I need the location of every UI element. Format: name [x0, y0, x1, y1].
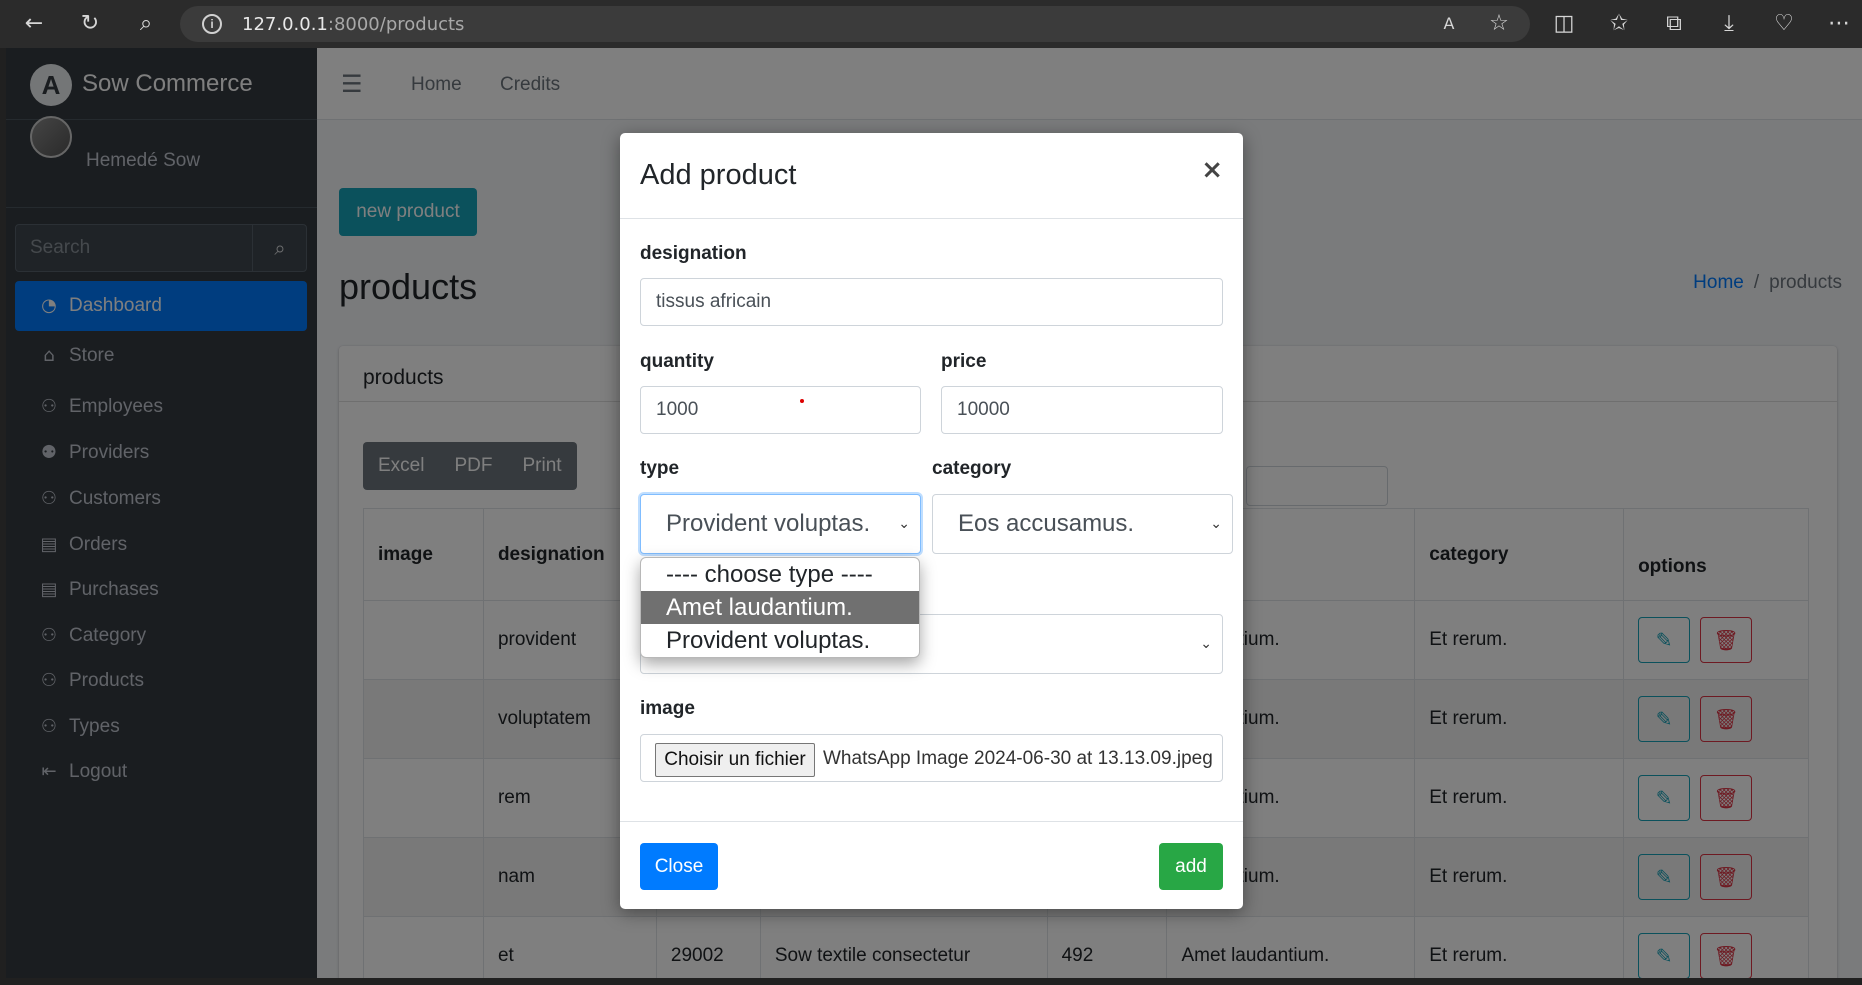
designation-label: designation — [640, 243, 747, 264]
type-dropdown-list: ---- choose type ---- Amet laudantium. P… — [640, 557, 920, 658]
type-option-highlighted[interactable]: Amet laudantium. — [641, 591, 919, 624]
split-screen-icon[interactable]: ◫ — [1550, 10, 1578, 38]
choose-file-button[interactable]: Choisir un fichier — [655, 743, 815, 777]
chevron-down-icon: ⌄ — [898, 516, 910, 532]
modal-footer: Close add — [620, 821, 1243, 909]
type-label: type — [640, 458, 680, 479]
back-arrow-icon[interactable]: ← — [20, 10, 48, 38]
add-product-modal: Add product × designation tissus africai… — [620, 133, 1243, 909]
type-option[interactable]: Provident voluptas. — [641, 624, 919, 657]
search-icon[interactable]: ⌕ — [132, 10, 160, 38]
info-icon[interactable]: i — [202, 14, 222, 34]
web-page: A Sow Commerce Hemedé Sow ⌕ ◔Dashboard ⌂… — [6, 48, 1862, 978]
price-label: price — [941, 351, 987, 372]
address-bar[interactable]: i 127.0.0.1:8000/products — [180, 6, 1530, 42]
favorites-icon[interactable]: ✩ — [1605, 10, 1633, 38]
browser-toolbar: ← ↻ ⌕ i 127.0.0.1:8000/products A ☆ ◫ ✩ … — [0, 0, 1862, 48]
image-label: image — [640, 698, 695, 719]
designation-input[interactable]: tissus africain — [640, 278, 1223, 326]
quantity-label: quantity — [640, 351, 714, 372]
modal-title: Add product — [640, 159, 797, 191]
more-menu-icon[interactable]: ⋯ — [1825, 10, 1853, 38]
performance-icon[interactable]: ♡ — [1770, 10, 1798, 38]
file-name: WhatsApp Image 2024-06-30 at 13.13.09.jp… — [823, 748, 1213, 769]
chevron-down-icon: ⌄ — [1210, 516, 1222, 532]
type-select-value: Provident voluptas. — [666, 510, 871, 537]
modal-header: Add product × — [620, 133, 1243, 219]
price-input[interactable]: 10000 — [941, 386, 1223, 434]
window-bottom-border — [0, 978, 1862, 985]
type-select[interactable]: Provident voluptas. ⌄ — [640, 494, 921, 554]
collections-icon[interactable]: ⧉ — [1660, 10, 1688, 38]
category-select-value: Eos accusamus. — [958, 510, 1135, 537]
image-file-input: Choisir un fichier WhatsApp Image 2024-0… — [640, 734, 1223, 782]
star-icon[interactable]: ☆ — [1485, 10, 1513, 38]
add-button[interactable]: add — [1159, 843, 1223, 890]
close-icon[interactable]: × — [1201, 155, 1223, 185]
quantity-input[interactable]: 1000 — [640, 386, 921, 434]
download-icon[interactable]: ⤓ — [1715, 10, 1743, 38]
url-text: 127.0.0.1:8000/products — [242, 14, 465, 35]
chevron-down-icon: ⌄ — [1200, 636, 1212, 652]
reload-icon[interactable]: ↻ — [76, 10, 104, 38]
read-aloud-icon[interactable]: A — [1435, 10, 1463, 38]
type-option[interactable]: ---- choose type ---- — [641, 558, 919, 591]
category-label: category — [932, 458, 1012, 479]
cursor-dot — [800, 399, 804, 403]
close-button[interactable]: Close — [640, 843, 718, 890]
category-select[interactable]: Eos accusamus. ⌄ — [932, 494, 1233, 554]
